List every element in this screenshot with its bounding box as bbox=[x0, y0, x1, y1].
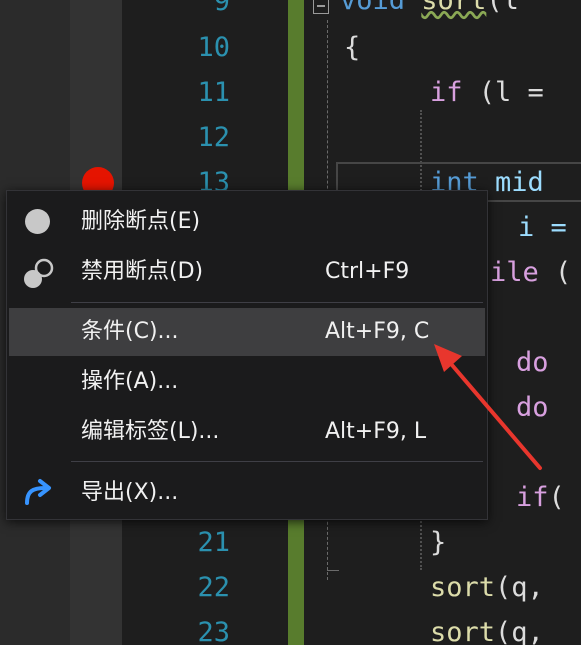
line-number: 10 bbox=[197, 32, 230, 63]
code-token: (l bbox=[486, 0, 519, 16]
line-number: 9 bbox=[213, 0, 230, 17]
menu-item-actions[interactable]: 操作(A)... bbox=[9, 358, 485, 406]
collapse-outline-icon[interactable] bbox=[313, 0, 329, 14]
code-token: (q, bbox=[495, 572, 544, 603]
menu-item-label: 导出(X)... bbox=[81, 480, 179, 505]
menu-item-label: 删除断点(E) bbox=[81, 209, 201, 234]
code-token: (l = bbox=[462, 77, 544, 108]
export-arrow-icon bbox=[25, 479, 51, 505]
code-line-9: void sort(l bbox=[340, 0, 519, 23]
menu-item-shortcut: Alt+F9, C bbox=[325, 319, 430, 344]
code-token: ile bbox=[490, 257, 539, 288]
code-line-20: if( bbox=[516, 476, 565, 520]
code-token: void bbox=[340, 0, 406, 16]
code-line-14: i = bbox=[518, 206, 567, 250]
code-token: i = bbox=[518, 212, 567, 243]
code-token: ( bbox=[538, 257, 572, 288]
code-token: (q, bbox=[495, 617, 544, 645]
code-token: if bbox=[516, 482, 549, 513]
code-line-11: if (l = bbox=[430, 71, 544, 115]
menu-separator bbox=[71, 461, 483, 462]
menu-item-export[interactable]: 导出(X)... bbox=[9, 469, 485, 517]
code-token: sort bbox=[430, 617, 496, 645]
code-token: mid bbox=[478, 167, 544, 198]
menu-item-shortcut: Ctrl+F9 bbox=[325, 259, 410, 284]
menu-separator bbox=[71, 302, 483, 303]
line-number: 21 bbox=[197, 527, 230, 558]
menu-item-disable-breakpoint[interactable]: 禁用断点(D) Ctrl+F9 bbox=[9, 248, 485, 296]
line-number: 22 bbox=[197, 572, 230, 603]
menu-item-label: 禁用断点(D) bbox=[81, 259, 204, 284]
line-number: 11 bbox=[197, 77, 230, 108]
menu-item-label: 条件(C)... bbox=[81, 319, 179, 344]
code-token: sort bbox=[430, 572, 496, 603]
menu-item-label: 操作(A)... bbox=[81, 369, 179, 394]
code-line-18: do bbox=[516, 386, 549, 430]
outline-guide-end bbox=[327, 570, 339, 571]
menu-item-conditions[interactable]: 条件(C)... Alt+F9, C bbox=[9, 308, 485, 356]
menu-item-delete-breakpoint[interactable]: 删除断点(E) bbox=[9, 198, 485, 246]
line-number: 12 bbox=[197, 122, 230, 153]
menu-item-edit-labels[interactable]: 编辑标签(L)... Alt+F9, L bbox=[9, 408, 485, 456]
code-token: if bbox=[430, 77, 463, 108]
code-line-17: do bbox=[516, 341, 549, 385]
code-line-15: ile ( bbox=[490, 251, 571, 295]
code-line-23: sort(q, bbox=[430, 611, 544, 645]
menu-item-shortcut: Alt+F9, L bbox=[325, 419, 427, 444]
code-line-22: sort(q, bbox=[430, 566, 544, 610]
code-token: ( bbox=[548, 482, 565, 513]
line-number: 23 bbox=[197, 617, 230, 645]
menu-item-label: 编辑标签(L)... bbox=[81, 419, 220, 444]
code-token: sort bbox=[421, 0, 487, 16]
code-line-21: } bbox=[430, 527, 447, 558]
code-line-10: { bbox=[344, 32, 361, 63]
circle-breakpoint-icon bbox=[25, 209, 50, 234]
toggle-breakpoint-icon bbox=[24, 258, 54, 288]
code-token: do bbox=[516, 347, 549, 378]
code-token: do bbox=[516, 392, 549, 423]
breakpoint-context-menu: 删除断点(E) 禁用断点(D) Ctrl+F9 条件(C)... Alt+F9,… bbox=[6, 190, 488, 520]
